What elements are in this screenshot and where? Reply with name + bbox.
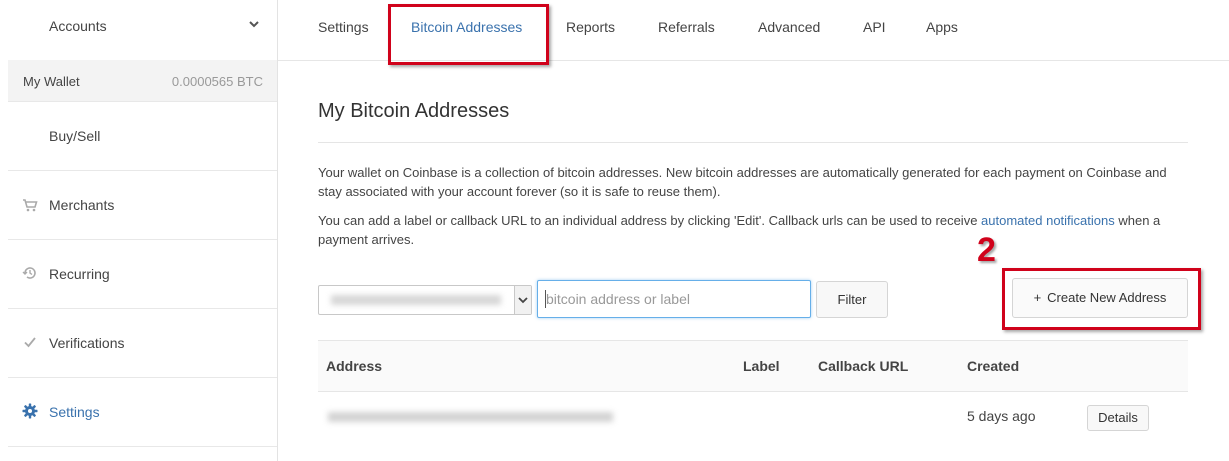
wallet-label: My Wallet (23, 74, 80, 89)
blurred-address (328, 412, 613, 422)
column-header-label: Label (743, 358, 780, 374)
wallet-balance: 0.0000565 BTC (171, 74, 263, 89)
create-button-label: Create New Address (1047, 290, 1167, 305)
sidebar-accounts[interactable]: Accounts (8, 0, 277, 61)
table-header: Address Label Callback URL Created (318, 340, 1188, 392)
annotation-box-tab (388, 4, 549, 65)
sidebar-item-buy-sell[interactable]: Buy/Sell (8, 101, 277, 171)
created-cell: 5 days ago (967, 408, 1036, 424)
gear-icon (22, 403, 38, 419)
select-arrow (514, 286, 531, 314)
sidebar-item-label: Buy/Sell (49, 128, 101, 144)
sidebar: Accounts My Wallet 0.0000565 BTC Buy/Sel… (0, 0, 278, 461)
tab-apps[interactable]: Apps (926, 19, 958, 35)
intro-paragraph: Your wallet on Coinbase is a collection … (318, 165, 1167, 199)
tab-settings[interactable]: Settings (318, 19, 369, 35)
column-header-created: Created (967, 358, 1020, 374)
sidebar-item-label: Verifications (49, 335, 125, 351)
sidebar-item-label: Recurring (49, 266, 110, 282)
sidebar-item-label: Settings (49, 404, 100, 420)
details-button[interactable]: Details (1087, 405, 1149, 431)
sidebar-item-verifications[interactable]: Verifications (8, 308, 277, 378)
divider (318, 142, 1188, 143)
table-row: 5 days ago Details (318, 391, 1188, 441)
callback-paragraph: You can add a label or callback URL to a… (318, 211, 1178, 249)
sidebar-item-label: Merchants (49, 197, 115, 213)
sidebar-wallet[interactable]: My Wallet 0.0000565 BTC (8, 60, 277, 102)
sidebar-item-merchants[interactable]: Merchants (8, 170, 277, 240)
chevron-down-icon (518, 297, 528, 304)
sidebar-accounts-label: Accounts (49, 18, 107, 34)
check-icon (24, 337, 36, 348)
search-input[interactable]: bitcoin address or label (537, 280, 811, 318)
automated-notifications-link[interactable]: automated notifications (981, 213, 1115, 228)
history-icon (22, 267, 36, 279)
blurred-account-name (331, 295, 501, 305)
tab-api[interactable]: API (863, 19, 886, 35)
column-header-address: Address (326, 358, 383, 374)
tab-referrals[interactable]: Referrals (658, 19, 715, 35)
page-title: My Bitcoin Addresses (318, 100, 510, 122)
sidebar-panel: Accounts My Wallet 0.0000565 BTC Buy/Sel… (8, 0, 278, 461)
sidebar-item-recurring[interactable]: Recurring (8, 239, 277, 309)
create-new-address-button[interactable]: + Create New Address (1012, 278, 1188, 318)
chevron-down-icon (249, 21, 259, 28)
plus-icon: + (1033, 290, 1042, 305)
search-placeholder: bitcoin address or label (546, 291, 690, 307)
account-select[interactable] (318, 285, 532, 315)
column-header-callback-url: Callback URL (818, 358, 909, 374)
tab-advanced[interactable]: Advanced (758, 19, 820, 35)
tab-reports[interactable]: Reports (566, 19, 615, 35)
sidebar-item-settings[interactable]: Settings (8, 377, 277, 447)
annotation-number: 2 (977, 231, 996, 269)
callback-text: You can add a label or callback URL to a… (318, 213, 982, 228)
cart-icon (23, 199, 38, 212)
filter-button[interactable]: Filter (816, 281, 888, 318)
